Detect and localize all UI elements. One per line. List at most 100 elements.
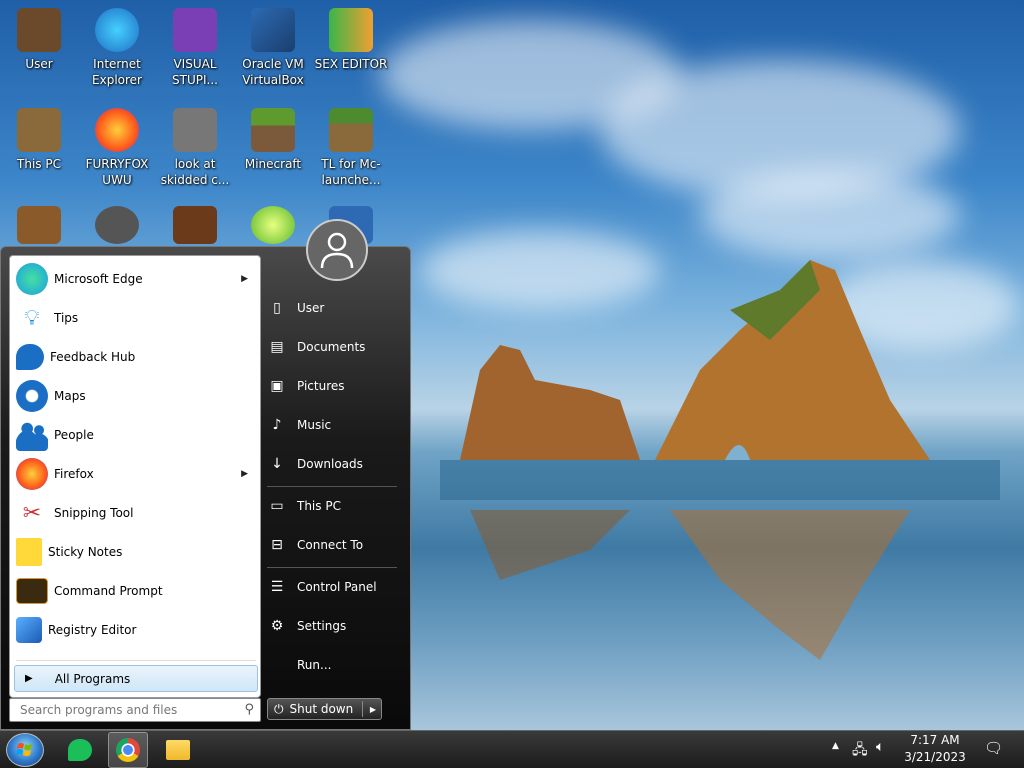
windows-logo-icon	[16, 743, 32, 756]
shutdown-label: Shut down	[289, 702, 354, 716]
desktop-icon-hex-editor[interactable]: SEX EDITOR	[312, 8, 390, 72]
program-label: Maps	[54, 389, 86, 403]
program-item-people[interactable]: People	[14, 416, 258, 454]
chrome-icon	[116, 738, 140, 762]
connect-icon: ⊟	[271, 537, 283, 553]
user-avatar[interactable]	[306, 219, 368, 281]
right-item-settings[interactable]: ⚙ Settings	[269, 611, 399, 641]
clock-date: 3/21/2023	[904, 750, 966, 764]
taskbar: ▲ 🖧 🔈︎ 7:17 AM 3/21/2023 🗨	[0, 730, 1024, 768]
right-item-user[interactable]: ▯ User	[269, 293, 399, 323]
grass-block-icon	[329, 108, 373, 152]
desktop-icon-partial[interactable]	[0, 206, 78, 248]
search-icon: ⚲	[244, 702, 254, 717]
lime-icon	[251, 206, 295, 244]
right-item-label: This PC	[297, 499, 341, 513]
desktop-icon-partial[interactable]	[156, 206, 234, 248]
right-item-label: User	[297, 301, 325, 315]
menu-divider	[267, 567, 397, 568]
desktop-icon-label: Internet Explorer	[92, 57, 142, 87]
program-item-sticky-notes[interactable]: Sticky Notes	[14, 533, 258, 571]
desktop-icon-user[interactable]: User	[0, 8, 78, 72]
gimp-icon	[95, 206, 139, 244]
power-icon: ⏻	[274, 701, 284, 716]
search-input[interactable]: Search programs and files ⚲	[9, 698, 261, 722]
menu-divider	[16, 660, 256, 661]
program-label: Command Prompt	[54, 584, 163, 598]
desktop-icon-partial[interactable]	[78, 206, 156, 248]
registry-icon	[16, 617, 42, 643]
all-programs-button[interactable]: ▶ All Programs	[14, 665, 258, 692]
program-item-maps[interactable]: Maps	[14, 377, 258, 415]
desktop-icon-internet-explorer[interactable]: Internet Explorer	[78, 8, 156, 88]
user-folder-icon	[17, 8, 61, 52]
desktop-icon-label: User	[25, 57, 53, 71]
program-label: Microsoft Edge	[54, 272, 143, 286]
desktop-icon-virtualbox[interactable]: Oracle VM VirtualBox	[234, 8, 312, 88]
program-label: Firefox	[54, 467, 94, 481]
program-item-snipping-tool[interactable]: ✂ Snipping Tool	[14, 494, 258, 532]
desktop-icon-label: TL for Mc-launche...	[321, 157, 381, 187]
notifications-icon[interactable]: 🗨	[984, 739, 1003, 757]
right-item-label: Settings	[297, 619, 347, 633]
desktop-icon-tlauncher[interactable]: TL for Mc-launche...	[312, 108, 390, 188]
desktop-icon-this-pc[interactable]: This PC	[0, 108, 78, 172]
download-icon: ↓	[271, 456, 283, 472]
program-item-microsoft-edge[interactable]: Microsoft Edge ▶	[14, 260, 258, 298]
show-hidden-icons-arrow-icon[interactable]: ▲	[832, 741, 839, 751]
right-item-run[interactable]: Run...	[269, 650, 399, 680]
right-item-music[interactable]: ♪ Music	[269, 410, 399, 440]
program-item-feedback-hub[interactable]: Feedback Hub	[14, 338, 258, 376]
people-icon	[16, 419, 48, 451]
menu-divider	[267, 486, 397, 487]
chat-icon	[68, 739, 92, 761]
program-item-firefox[interactable]: Firefox ▶	[14, 455, 258, 493]
expand-arrow-icon: ▶	[25, 673, 33, 684]
program-item-command-prompt[interactable]: Command Prompt	[14, 572, 258, 610]
desktop-icon-partial[interactable]	[234, 206, 312, 248]
music-note-icon: ♪	[272, 417, 282, 433]
right-item-control-panel[interactable]: ☰ Control Panel	[269, 572, 399, 602]
taskbar-app-file-explorer[interactable]	[158, 732, 198, 768]
start-menu-programs-pane: Microsoft Edge ▶ 💡︎ Tips Feedback Hub Ma…	[9, 255, 261, 698]
firefox-icon	[95, 108, 139, 152]
taskbar-app-chrome[interactable]	[108, 732, 148, 768]
search-placeholder: Search programs and files	[20, 703, 178, 717]
program-item-registry-editor[interactable]: Registry Editor	[14, 611, 258, 649]
desktop-icon-shortcut[interactable]: look at skidded c...	[156, 108, 234, 188]
desktop-icon-label: FURRYFOX UWU	[85, 157, 149, 187]
right-item-downloads[interactable]: ↓ Downloads	[269, 449, 399, 479]
program-label: Registry Editor	[48, 623, 137, 637]
all-programs-label: All Programs	[54, 671, 131, 686]
shutdown-button[interactable]: ⏻ Shut down ▶	[267, 698, 382, 720]
feedback-icon	[16, 344, 44, 370]
clock[interactable]: 7:17 AM 3/21/2023	[895, 732, 975, 766]
taskbar-app-messages[interactable]	[60, 732, 100, 768]
control-panel-icon: ☰	[270, 579, 284, 595]
virtualbox-icon	[251, 8, 295, 52]
right-item-label: Pictures	[297, 379, 345, 393]
right-item-label: Control Panel	[297, 580, 377, 594]
right-item-this-pc[interactable]: ▭ This PC	[269, 491, 399, 521]
desktop-icon-visual-studio[interactable]: VISUAL STUPI...	[156, 8, 234, 88]
user-folder-icon: ▯	[273, 300, 281, 316]
lightbulb-icon: 💡︎	[24, 305, 40, 331]
program-label: Sticky Notes	[48, 545, 123, 559]
desktop-icon-label: This PC	[17, 157, 61, 171]
right-item-connect-to[interactable]: ⊟ Connect To	[269, 530, 399, 560]
shutdown-options-arrow-icon[interactable]: ▶	[370, 705, 376, 714]
right-item-pictures[interactable]: ▣ Pictures	[269, 371, 399, 401]
desktop-icon-label: Minecraft	[244, 157, 302, 171]
desktop-icon-minecraft[interactable]: Minecraft	[234, 108, 312, 172]
firefox-icon	[16, 458, 48, 490]
submenu-arrow-icon: ▶	[241, 274, 248, 284]
volume-muted-icon[interactable]: 🔈︎	[876, 739, 884, 755]
edge-icon	[16, 263, 48, 295]
program-item-tips[interactable]: 💡︎ Tips	[14, 299, 258, 337]
desktop-icon-firefox[interactable]: FURRYFOX UWU	[78, 108, 156, 188]
right-item-documents[interactable]: ▤ Documents	[269, 332, 399, 362]
start-button[interactable]	[6, 733, 44, 767]
right-item-label: Music	[297, 418, 332, 432]
archive-icon	[17, 206, 61, 244]
network-icon[interactable]: 🖧	[852, 739, 868, 763]
